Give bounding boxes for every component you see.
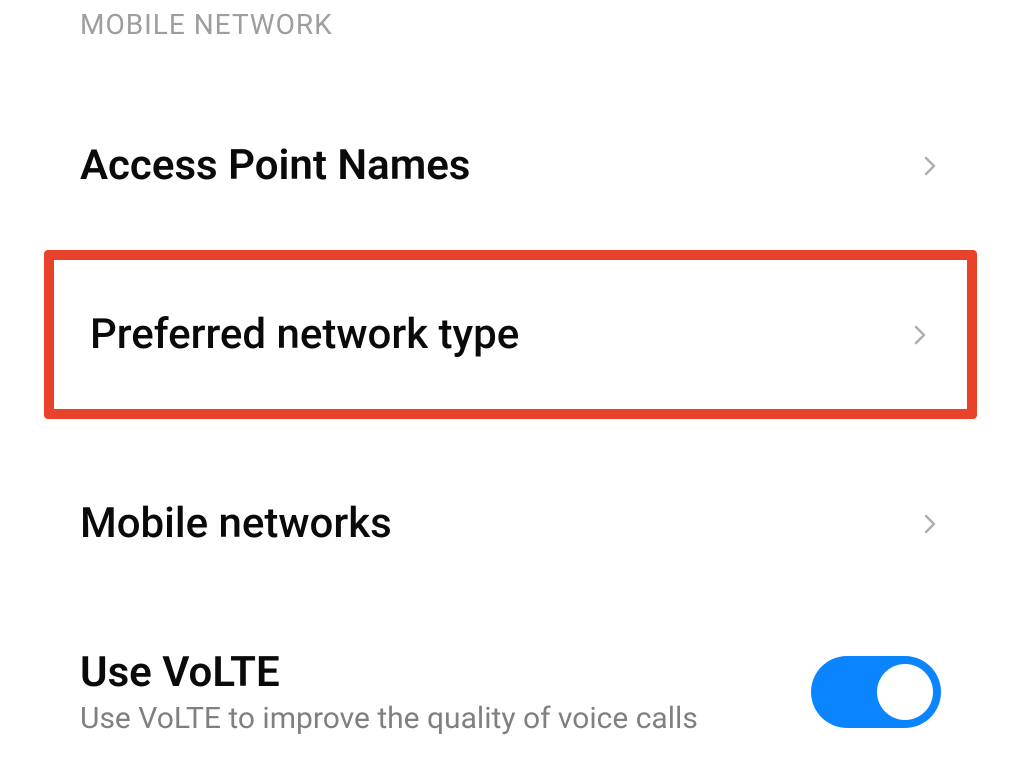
- menu-item-preferred-network[interactable]: Preferred network type: [44, 250, 977, 419]
- settings-container: MOBILE NETWORK Access Point Names Prefer…: [0, 0, 1021, 756]
- chevron-right-icon: [917, 512, 941, 536]
- chevron-right-icon: [907, 323, 931, 347]
- volte-title: Use VoLTE: [80, 648, 698, 697]
- volte-subtitle: Use VoLTE to improve the quality of voic…: [80, 701, 698, 736]
- menu-item-mobile-networks[interactable]: Mobile networks: [0, 459, 1021, 588]
- preferred-network-label: Preferred network type: [90, 310, 519, 359]
- mobile-networks-label: Mobile networks: [80, 499, 392, 548]
- toggle-knob: [877, 664, 933, 720]
- menu-item-apn[interactable]: Access Point Names: [0, 101, 1021, 230]
- volte-toggle[interactable]: [811, 656, 941, 728]
- volte-text: Use VoLTE Use VoLTE to improve the quali…: [80, 648, 698, 736]
- menu-item-volte: Use VoLTE Use VoLTE to improve the quali…: [0, 608, 1021, 756]
- apn-label: Access Point Names: [80, 141, 470, 190]
- section-header: MOBILE NETWORK: [0, 0, 1021, 61]
- chevron-right-icon: [917, 154, 941, 178]
